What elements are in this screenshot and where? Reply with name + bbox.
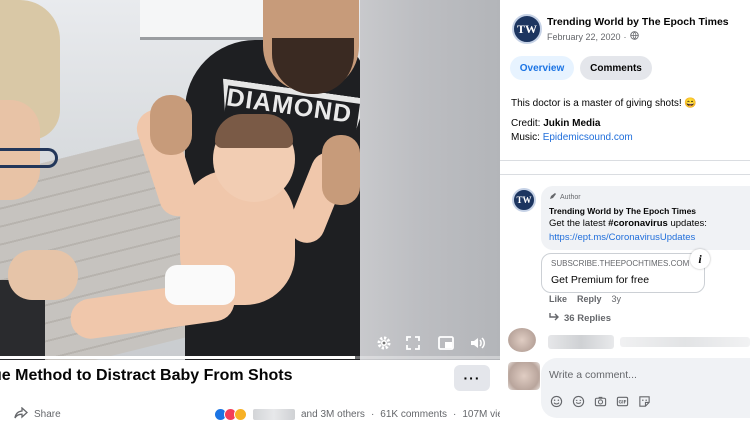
reaction-summary[interactable]: and 3M others · 61K comments · 107M view… xyxy=(214,405,515,423)
comment-text-suffix: updates: xyxy=(667,218,707,229)
replies-count: 36 Replies xyxy=(564,312,611,324)
section-divider xyxy=(500,160,750,161)
composer-toolbar: GIF xyxy=(549,394,651,408)
video-frame[interactable]: DIAMOND xyxy=(0,0,360,360)
blurred-comment xyxy=(620,337,750,347)
blurred-comment xyxy=(548,335,614,349)
comment-text: Get the latest #coronavirus updates: xyxy=(549,218,707,229)
commenter-avatar[interactable]: TW xyxy=(512,188,536,212)
music-line: Music: Epidemicsound.com xyxy=(511,132,633,143)
share-label: Share xyxy=(34,408,61,420)
man-left-hand xyxy=(150,95,192,155)
sticker-icon[interactable] xyxy=(637,394,651,408)
pip-icon[interactable] xyxy=(436,334,456,352)
pencil-icon xyxy=(549,192,557,202)
diaper xyxy=(165,265,235,305)
share-button[interactable]: Share xyxy=(14,405,61,423)
comment-link[interactable]: https://ept.ms/CoronavirusUpdates xyxy=(549,232,695,243)
comments-count[interactable]: 61K comments xyxy=(380,409,447,420)
gif-icon[interactable]: GIF xyxy=(615,394,629,408)
post-caption: This doctor is a master of giving shots!… xyxy=(511,98,697,109)
link-card-title: Get Premium for free xyxy=(551,274,650,286)
credit-value: Jukin Media xyxy=(543,118,601,129)
section-divider xyxy=(500,174,750,175)
reaction-icons xyxy=(214,407,247,421)
reply-arrow-icon xyxy=(549,312,560,324)
page-name-link[interactable]: Trending World by The Epoch Times xyxy=(547,16,729,28)
doctor-glasses xyxy=(0,148,58,168)
video-player[interactable]: DIAMOND xyxy=(0,0,500,360)
comment-timestamp[interactable]: 3y xyxy=(612,294,622,304)
video-blurred-margin xyxy=(360,0,500,360)
comment-composer xyxy=(541,358,750,418)
tab-comments[interactable]: Comments xyxy=(580,56,652,80)
page-avatar[interactable]: TW xyxy=(512,14,542,44)
blurred-avatar xyxy=(508,328,536,352)
comment-input[interactable] xyxy=(549,369,739,381)
comment-actions: Like Reply 3y xyxy=(549,294,621,304)
like-comment-button[interactable]: Like xyxy=(549,294,567,304)
info-icon[interactable]: i xyxy=(690,249,710,269)
music-link[interactable]: Epidemicsound.com xyxy=(543,132,633,143)
window-background xyxy=(140,0,270,40)
post-date[interactable]: February 22, 2020 xyxy=(547,32,621,42)
facebook-watch-viewer: DIAMOND ue Method to Distract Baby From … xyxy=(0,0,750,427)
haha-reaction-icon xyxy=(234,407,247,421)
comment-author-name[interactable]: Trending World by The Epoch Times xyxy=(549,206,696,216)
video-progress-fill xyxy=(0,356,355,359)
baby-hair xyxy=(215,114,293,148)
share-icon xyxy=(14,406,28,422)
expand-icon[interactable] xyxy=(403,334,423,352)
credit-line: Credit: Jukin Media xyxy=(511,118,600,129)
author-badge: Author xyxy=(549,192,581,202)
author-badge-label: Author xyxy=(560,193,581,201)
meta-separator: · xyxy=(623,31,627,42)
video-title: ue Method to Distract Baby From Shots xyxy=(0,367,293,384)
svg-text:GIF: GIF xyxy=(618,399,626,405)
hashtag-link[interactable]: #coronavirus xyxy=(608,218,668,229)
doctor-hand xyxy=(8,250,78,300)
post-meta: February 22, 2020 · xyxy=(547,31,639,42)
view-replies-button[interactable]: 36 Replies xyxy=(549,312,611,324)
video-progress-bar[interactable] xyxy=(0,356,500,359)
more-options-button[interactable]: ··· xyxy=(454,365,490,391)
link-card-domain: SUBSCRIBE.THEEPOCHTIMES.COM xyxy=(551,259,690,268)
gear-icon[interactable] xyxy=(374,334,394,352)
reaction-count-text[interactable]: and 3M others xyxy=(301,409,365,420)
tab-overview[interactable]: Overview xyxy=(510,56,574,80)
link-preview-card[interactable]: SUBSCRIBE.THEEPOCHTIMES.COM Get Premium … xyxy=(541,253,705,293)
comment-text-prefix: Get the latest xyxy=(549,218,609,229)
emoji-icon[interactable] xyxy=(549,394,563,408)
smiley-icon[interactable] xyxy=(571,394,585,408)
blurred-user-avatar xyxy=(508,362,540,390)
credit-label: Credit: xyxy=(511,118,541,129)
camera-icon[interactable] xyxy=(593,394,607,408)
reply-comment-button[interactable]: Reply xyxy=(577,294,602,304)
meta-separator: · xyxy=(452,408,457,420)
blurred-reactor-names xyxy=(253,408,295,420)
meta-separator: · xyxy=(370,408,375,420)
volume-icon[interactable] xyxy=(468,334,488,352)
music-label: Music: xyxy=(511,132,540,143)
globe-icon xyxy=(629,31,639,42)
man-right-hand xyxy=(322,135,360,205)
